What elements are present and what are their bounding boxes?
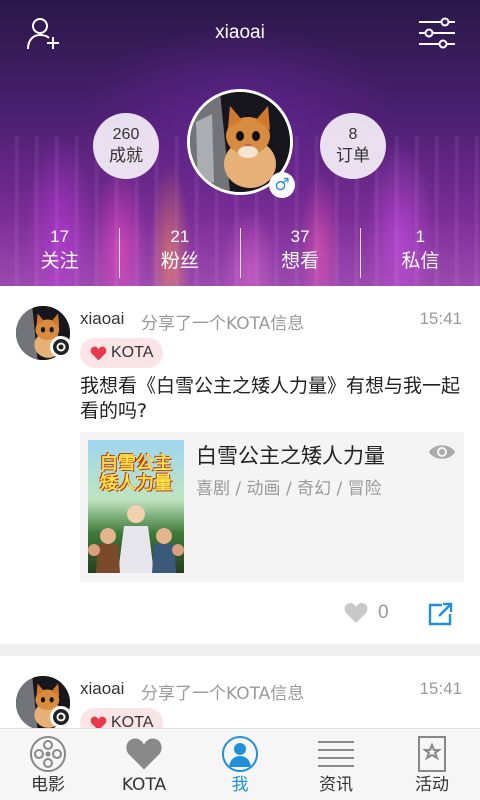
add-user-icon <box>27 18 59 50</box>
nav-me[interactable]: 我 <box>192 729 288 800</box>
nav-events[interactable]: 活动 <box>384 729 480 800</box>
gender-male-badge: ♂ <box>269 172 295 198</box>
heart-icon <box>90 346 107 360</box>
achievements-label: 成就 <box>109 146 143 166</box>
following-label: 关注 <box>40 250 79 272</box>
stat-want-to-see[interactable]: 37 想看 <box>241 226 360 280</box>
heart-outline-icon <box>344 603 368 623</box>
like-count: 0 <box>378 602 389 623</box>
poster-title: 白雪公主矮人力量 <box>100 453 172 494</box>
want-to-see-count: 37 <box>290 227 310 246</box>
camera-lens-icon <box>50 706 72 728</box>
movie-title: 白雪公主之矮人力量 <box>196 444 385 468</box>
kota-tag[interactable]: KOTA <box>80 338 164 368</box>
news-lines-icon <box>318 741 354 767</box>
nav-news[interactable]: 资讯 <box>288 729 384 800</box>
camera-lens-icon <box>50 336 72 358</box>
like-button[interactable]: 0 <box>344 602 389 624</box>
movie-card[interactable]: 白雪公主矮人力量 白雪公主之矮人力量 喜剧 / 动画 / 奇幻 / 冒险 <box>80 432 464 582</box>
nav-kota[interactable]: KOTA <box>96 729 192 800</box>
followers-count: 21 <box>170 227 190 246</box>
following-count: 17 <box>50 227 70 246</box>
movie-poster: 白雪公主矮人力量 <box>88 440 184 573</box>
settings-filter-button[interactable] <box>416 14 458 52</box>
stat-messages[interactable]: 1 私信 <box>361 226 480 280</box>
movie-genres: 喜剧 / 动画 / 奇幻 / 冒险 <box>196 479 382 499</box>
stat-followers[interactable]: 21 粉丝 <box>120 226 239 280</box>
share-icon <box>428 602 453 626</box>
bookmark-star-icon <box>418 736 446 772</box>
header-username: xiaoai <box>215 22 265 43</box>
followers-label: 粉丝 <box>160 250 199 272</box>
user-profile-icon <box>222 736 258 772</box>
nav-events-label: 活动 <box>415 775 449 795</box>
post-action-text: 分享了一个KOTA信息 <box>141 314 305 334</box>
messages-label: 私信 <box>401 250 440 272</box>
heart-icon <box>126 738 162 770</box>
want-to-see-label: 想看 <box>281 250 320 272</box>
bottom-navigation: 电影 KOTA 我 资讯 活动 <box>0 728 480 800</box>
share-button[interactable] <box>428 602 454 630</box>
post-time: 15:41 <box>419 679 462 698</box>
post-username[interactable]: xiaoai <box>80 679 124 699</box>
orders-count: 8 <box>348 126 358 143</box>
nav-movies-label: 电影 <box>31 775 65 795</box>
orders-button[interactable]: 8 订单 <box>320 113 386 179</box>
eye-icon[interactable] <box>428 442 456 466</box>
orders-label: 订单 <box>336 146 370 166</box>
nav-me-label: 我 <box>231 775 249 795</box>
post-body-text: 我想看《白雪公主之矮人力量》有想与我一起看的吗? <box>80 375 461 422</box>
messages-count: 1 <box>415 227 426 246</box>
feed-post: xiaoai 分享了一个KOTA信息 15:41 KOTA <box>0 656 480 728</box>
stat-following[interactable]: 17 关注 <box>0 226 119 280</box>
heart-icon <box>90 716 107 728</box>
feed-post: xiaoai 分享了一个KOTA信息 15:41 KOTA 我想看《白雪公主之矮… <box>0 286 480 644</box>
social-stats-row: 17 关注 21 粉丝 37 想看 1 私信 <box>0 226 480 280</box>
film-reel-icon <box>30 736 66 772</box>
post-action-text: 分享了一个KOTA信息 <box>141 684 305 704</box>
activity-feed[interactable]: xiaoai 分享了一个KOTA信息 15:41 KOTA 我想看《白雪公主之矮… <box>0 286 480 728</box>
achievements-button[interactable]: 260 成就 <box>93 113 159 179</box>
sliders-icon <box>419 17 455 49</box>
kota-tag-label: KOTA <box>111 714 154 728</box>
nav-kota-label: KOTA <box>121 775 167 795</box>
post-username[interactable]: xiaoai <box>80 309 124 329</box>
add-friend-button[interactable] <box>24 14 62 52</box>
kota-tag-label: KOTA <box>111 344 154 361</box>
achievements-count: 260 <box>112 126 140 143</box>
nav-news-label: 资讯 <box>319 775 353 795</box>
post-time: 15:41 <box>419 309 462 328</box>
profile-header: xiaoai 260 成就 ♂ 8 订单 17 关注 21 粉丝 37 想看 1… <box>0 0 480 286</box>
kota-tag[interactable]: KOTA <box>80 708 164 728</box>
nav-movies[interactable]: 电影 <box>0 729 96 800</box>
